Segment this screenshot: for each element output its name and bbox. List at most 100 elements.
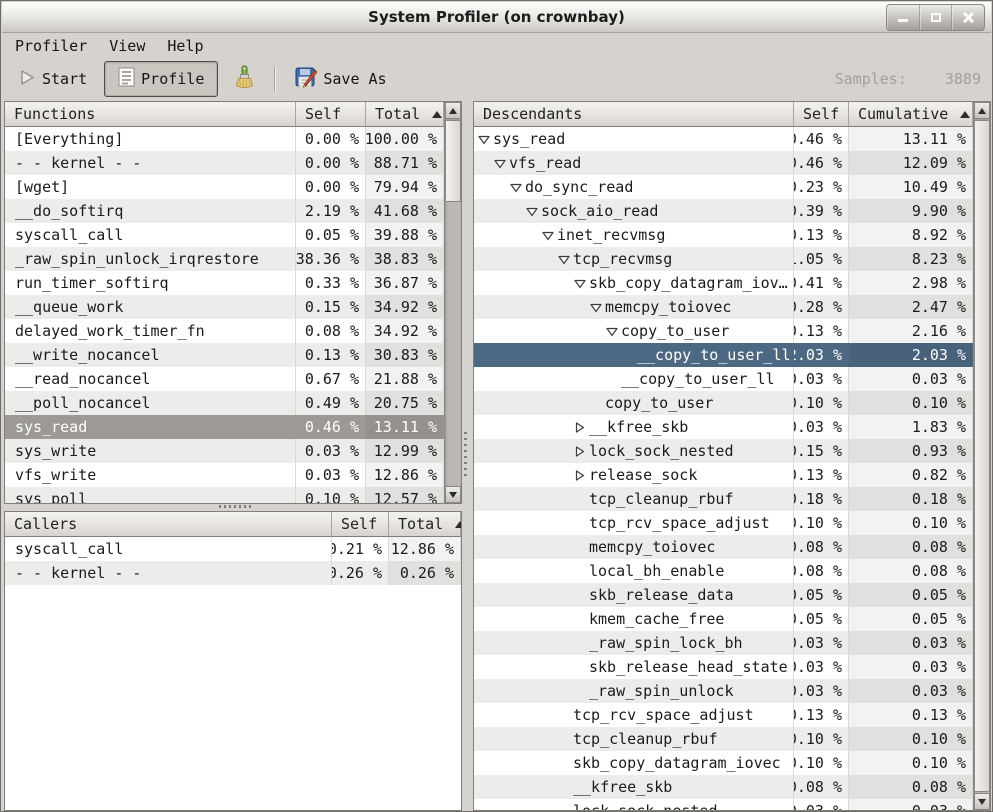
scroll-down-button[interactable] bbox=[974, 793, 990, 810]
table-row[interactable]: do_sync_read0.23 %10.49 % bbox=[474, 175, 973, 199]
table-row[interactable]: syscall_call0.21 %12.86 % bbox=[5, 537, 461, 561]
table-row[interactable]: sys_read0.46 %13.11 % bbox=[474, 127, 973, 151]
minimize-button[interactable] bbox=[887, 5, 920, 30]
table-row[interactable]: vfs_read0.46 %12.09 % bbox=[474, 151, 973, 175]
table-row[interactable]: __kfree_skb0.08 %0.08 % bbox=[474, 775, 973, 799]
table-row[interactable]: tcp_rcv_space_adjust0.10 %0.10 % bbox=[474, 511, 973, 535]
self-percent-cell: 0.21 % bbox=[332, 537, 389, 561]
expander-expanded-icon[interactable] bbox=[606, 326, 621, 337]
vertical-splitter-grip[interactable] bbox=[464, 432, 467, 480]
table-row[interactable]: sys_read0.46 %13.11 % bbox=[5, 415, 444, 439]
function-name-text: __do_softirq bbox=[15, 202, 123, 220]
table-row[interactable]: lock_sock_nested0.03 %0.03 % bbox=[474, 799, 973, 810]
function-name-cell: __write_nocancel bbox=[5, 343, 296, 367]
table-row[interactable]: sock_aio_read0.39 %9.90 % bbox=[474, 199, 973, 223]
descendants-column-header[interactable]: Descendants bbox=[474, 102, 794, 127]
titlebar[interactable]: System Profiler (on crownbay) bbox=[2, 2, 991, 33]
table-row[interactable]: copy_to_user0.10 %0.10 % bbox=[474, 391, 973, 415]
close-button[interactable] bbox=[952, 5, 984, 30]
expander-expanded-icon[interactable] bbox=[494, 158, 509, 169]
table-row[interactable]: inet_recvmsg0.13 %8.92 % bbox=[474, 223, 973, 247]
table-row[interactable]: __write_nocancel0.13 %30.83 % bbox=[5, 343, 444, 367]
function-name-text: tcp_cleanup_rbuf bbox=[589, 490, 734, 508]
function-name-cell: [Everything] bbox=[5, 127, 296, 151]
expander-collapsed-icon[interactable] bbox=[574, 446, 589, 457]
table-row[interactable]: _raw_spin_unlock0.03 %0.03 % bbox=[474, 679, 973, 703]
expander-expanded-icon[interactable] bbox=[542, 230, 557, 241]
expander-collapsed-icon[interactable] bbox=[574, 422, 589, 433]
total-column-header[interactable]: Total bbox=[389, 512, 461, 537]
table-row[interactable]: sys_poll0.10 %12.57 % bbox=[5, 487, 444, 503]
table-row[interactable]: syscall_call0.05 %39.88 % bbox=[5, 223, 444, 247]
scroll-up-button[interactable] bbox=[974, 102, 990, 119]
function-name-cell: - - kernel - - bbox=[5, 151, 296, 175]
table-row[interactable]: vfs_write0.03 %12.86 % bbox=[5, 463, 444, 487]
table-row[interactable]: __copy_to_user_ll2.03 %2.03 % bbox=[474, 343, 973, 367]
maximize-button[interactable] bbox=[920, 5, 953, 30]
table-row[interactable]: skb_copy_datagram_iovec0.10 %0.10 % bbox=[474, 751, 973, 775]
table-row[interactable]: memcpy_toiovec0.28 %2.47 % bbox=[474, 295, 973, 319]
expander-expanded-icon[interactable] bbox=[574, 278, 589, 289]
table-row[interactable]: - - kernel - -0.26 %0.26 % bbox=[5, 561, 461, 585]
descendants-header: Descendants Self Cumulative bbox=[474, 102, 973, 127]
expander-expanded-icon[interactable] bbox=[526, 206, 541, 217]
table-row[interactable]: __read_nocancel0.67 %21.88 % bbox=[5, 367, 444, 391]
self-column-header[interactable]: Self bbox=[296, 102, 366, 127]
table-row[interactable]: run_timer_softirq0.33 %36.87 % bbox=[5, 271, 444, 295]
table-row[interactable]: __poll_nocancel0.49 %20.75 % bbox=[5, 391, 444, 415]
table-row[interactable]: _raw_spin_unlock_irqrestore38.36 %38.83 … bbox=[5, 247, 444, 271]
self-column-header[interactable]: Self bbox=[332, 512, 389, 537]
table-row[interactable]: tcp_recvmsg1.05 %8.23 % bbox=[474, 247, 973, 271]
table-row[interactable]: sys_write0.03 %12.99 % bbox=[5, 439, 444, 463]
table-row[interactable]: skb_copy_datagram_iov…0.41 %2.98 % bbox=[474, 271, 973, 295]
expander-collapsed-icon[interactable] bbox=[574, 470, 589, 481]
functions-column-header[interactable]: Functions bbox=[5, 102, 296, 127]
cumulative-column-header[interactable]: Cumulative bbox=[849, 102, 973, 127]
table-row[interactable]: __kfree_skb0.03 %1.83 % bbox=[474, 415, 973, 439]
table-row[interactable]: - - kernel - -0.00 %88.71 % bbox=[5, 151, 444, 175]
table-row[interactable]: kmem_cache_free0.05 %0.05 % bbox=[474, 607, 973, 631]
table-row[interactable]: release_sock0.13 %0.82 % bbox=[474, 463, 973, 487]
table-row[interactable]: __queue_work0.15 %34.92 % bbox=[5, 295, 444, 319]
table-row[interactable]: memcpy_toiovec0.08 %0.08 % bbox=[474, 535, 973, 559]
table-row[interactable]: _raw_spin_lock_bh0.03 %0.03 % bbox=[474, 631, 973, 655]
scroll-up-button[interactable] bbox=[445, 102, 461, 119]
reset-button[interactable] bbox=[224, 59, 264, 100]
table-row[interactable]: tcp_rcv_space_adjust0.13 %0.13 % bbox=[474, 703, 973, 727]
expander-expanded-icon[interactable] bbox=[478, 134, 493, 145]
table-row[interactable]: copy_to_user0.13 %2.16 % bbox=[474, 319, 973, 343]
scrollbar-thumb[interactable] bbox=[445, 120, 461, 202]
menu-item-view[interactable]: View bbox=[98, 34, 156, 58]
callers-column-header[interactable]: Callers bbox=[5, 512, 332, 537]
function-name-text: memcpy_toiovec bbox=[605, 298, 731, 316]
expander-expanded-icon[interactable] bbox=[558, 254, 573, 265]
table-row[interactable]: skb_release_data0.05 %0.05 % bbox=[474, 583, 973, 607]
profile-toggle-button[interactable]: Profile bbox=[104, 61, 218, 97]
total-column-header[interactable]: Total bbox=[366, 102, 444, 127]
table-row[interactable]: tcp_cleanup_rbuf0.18 %0.18 % bbox=[474, 487, 973, 511]
self-column-header[interactable]: Self bbox=[794, 102, 849, 127]
table-row[interactable]: __do_softirq2.19 %41.68 % bbox=[5, 199, 444, 223]
start-button[interactable]: Start bbox=[10, 63, 96, 96]
save-as-button[interactable]: Save As bbox=[286, 60, 395, 98]
menu-item-profiler[interactable]: Profiler bbox=[4, 34, 98, 58]
scroll-down-button[interactable] bbox=[445, 486, 461, 503]
expander-expanded-icon[interactable] bbox=[510, 182, 525, 193]
table-row[interactable]: delayed_work_timer_fn0.08 %34.92 % bbox=[5, 319, 444, 343]
function-name-text: skb_release_head_state bbox=[589, 658, 788, 676]
horizontal-splitter-grip[interactable] bbox=[219, 505, 253, 508]
total-percent-cell: 0.93 % bbox=[849, 439, 973, 463]
total-percent-cell: 0.05 % bbox=[849, 607, 973, 631]
function-name-cell: vfs_read bbox=[474, 151, 794, 175]
function-name-text: - - kernel - - bbox=[15, 564, 141, 582]
table-row[interactable]: tcp_cleanup_rbuf0.10 %0.10 % bbox=[474, 727, 973, 751]
table-row[interactable]: skb_release_head_state0.03 %0.03 % bbox=[474, 655, 973, 679]
table-row[interactable]: [Everything]0.00 %100.00 % bbox=[5, 127, 444, 151]
table-row[interactable]: [wget]0.00 %79.94 % bbox=[5, 175, 444, 199]
scrollbar-thumb[interactable] bbox=[974, 120, 990, 792]
expander-expanded-icon[interactable] bbox=[590, 302, 605, 313]
table-row[interactable]: local_bh_enable0.08 %0.08 % bbox=[474, 559, 973, 583]
table-row[interactable]: lock_sock_nested0.15 %0.93 % bbox=[474, 439, 973, 463]
menu-item-help[interactable]: Help bbox=[156, 34, 214, 58]
table-row[interactable]: __copy_to_user_ll0.03 %0.03 % bbox=[474, 367, 973, 391]
